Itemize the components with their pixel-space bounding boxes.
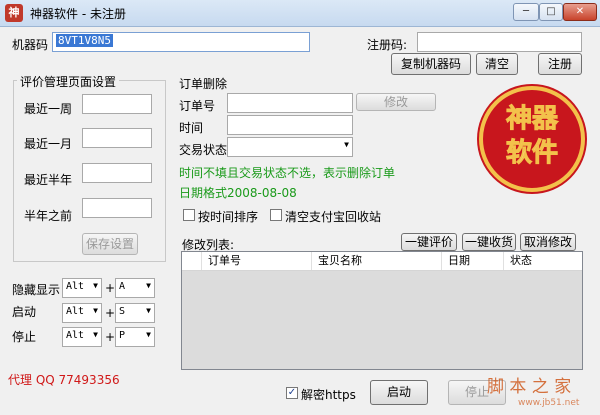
review-row-label: 最近一月 [24, 137, 73, 151]
order-delete-title: 订单删除 [179, 77, 228, 91]
copy-machine-code-button[interactable]: 复制机器码 [391, 53, 471, 75]
order-number-label: 订单号 [179, 99, 216, 113]
machine-code-value: 8VT1V8N5 [56, 34, 113, 47]
hotkey-start-key-select[interactable]: S ▼ [115, 303, 155, 323]
register-button[interactable]: 注册 [538, 53, 582, 75]
hotkey-stop-mod-select[interactable]: Alt ▼ [62, 327, 102, 347]
dropdown-arrow-icon: ▼ [93, 281, 98, 290]
close-button[interactable]: ✕ [563, 3, 597, 21]
minimize-button[interactable]: ─ [513, 3, 539, 21]
brand-logo-line1: 神器 [505, 104, 558, 135]
time-label: 时间 [179, 121, 204, 135]
delete-note-text: 时间不填且交易状态不选，表示删除订单 [179, 166, 396, 180]
clear-recycle-label: 清空支付宝回收站 [285, 210, 382, 224]
table-header-item-name[interactable]: 宝贝名称 [312, 252, 442, 270]
hotkey-label-start: 启动 [12, 305, 37, 319]
dropdown-arrow-icon: ▼ [146, 306, 151, 315]
decrypt-https-checkbox[interactable]: ✓ [286, 387, 298, 399]
review-halfyear-input[interactable] [82, 163, 152, 183]
plus-sign: + [105, 281, 116, 295]
table-header-blank [182, 252, 202, 270]
watermark-title: 脚 本 之 家 [487, 377, 572, 397]
one-key-review-button[interactable]: 一键评价 [401, 233, 457, 251]
clear-recycle-checkbox[interactable] [270, 209, 282, 221]
agent-qq-text: 代理 QQ 77493356 [8, 373, 120, 387]
one-key-receive-button[interactable]: 一键收货 [462, 233, 516, 251]
register-code-label: 注册码: [367, 38, 408, 52]
save-settings-button[interactable]: 保存设置 [82, 233, 138, 255]
table-header: 订单号 宝贝名称 日期 状态 [182, 252, 582, 271]
order-number-input[interactable] [227, 93, 353, 113]
table-header-date[interactable]: 日期 [442, 252, 504, 270]
app-logo-icon: 神 [5, 4, 23, 22]
select-value: S [119, 306, 126, 317]
watermark-url: www.jb51.net [518, 398, 580, 408]
select-value: Alt [66, 281, 85, 292]
review-month-input[interactable] [82, 128, 152, 148]
dropdown-arrow-icon: ▼ [146, 281, 151, 290]
hotkey-start-mod-select[interactable]: Alt ▼ [62, 303, 102, 323]
hotkey-hide-key-select[interactable]: A ▼ [115, 278, 155, 298]
window-title: 神器软件 - 未注册 [30, 7, 126, 21]
trade-status-label: 交易状态 [179, 143, 228, 157]
modify-button[interactable]: 修改 [356, 93, 436, 111]
start-button[interactable]: 启动 [370, 380, 428, 405]
hotkey-stop-key-select[interactable]: P ▼ [115, 327, 155, 347]
brand-logo: 神器 软件 [479, 86, 585, 192]
table-header-order[interactable]: 订单号 [202, 252, 312, 270]
plus-sign: + [105, 330, 116, 344]
review-row-label: 半年之前 [24, 209, 73, 223]
review-older-input[interactable] [82, 198, 152, 218]
machine-code-label: 机器码 [12, 38, 49, 52]
dropdown-arrow-icon: ▼ [93, 306, 98, 315]
review-week-input[interactable] [82, 94, 152, 114]
modify-list-table[interactable]: 订单号 宝贝名称 日期 状态 [181, 251, 583, 370]
machine-code-field[interactable]: 8VT1V8N5 [52, 32, 310, 52]
maximize-button[interactable]: □ [539, 3, 563, 21]
clear-button[interactable]: 清空 [476, 53, 518, 75]
review-row-label: 最近半年 [24, 173, 73, 187]
decrypt-https-label: 解密https [301, 388, 356, 402]
date-format-text: 日期格式2008-08-08 [179, 186, 297, 200]
select-value: Alt [66, 306, 85, 317]
register-code-input[interactable] [417, 32, 582, 52]
cancel-modify-button[interactable]: 取消修改 [520, 233, 576, 251]
dropdown-arrow-icon: ▼ [146, 330, 151, 339]
select-value: A [119, 281, 126, 292]
select-value: P [119, 330, 126, 341]
select-value: Alt [66, 330, 85, 341]
review-row-label: 最近一周 [24, 102, 73, 116]
plus-sign: + [105, 306, 116, 320]
dropdown-arrow-icon: ▼ [344, 140, 349, 149]
hotkey-hide-mod-select[interactable]: Alt ▼ [62, 278, 102, 298]
brand-logo-line2: 软件 [505, 138, 558, 169]
table-header-status[interactable]: 状态 [504, 252, 582, 270]
review-settings-title: 评价管理页面设置 [17, 73, 120, 90]
time-input[interactable] [227, 115, 353, 135]
sort-by-time-label: 按时间排序 [198, 210, 259, 224]
hotkey-label-stop: 停止 [12, 330, 37, 344]
dropdown-arrow-icon: ▼ [93, 330, 98, 339]
sort-by-time-checkbox[interactable] [183, 209, 195, 221]
trade-status-select[interactable]: ▼ [227, 137, 353, 157]
hotkey-label-hide: 隐藏显示 [12, 283, 61, 297]
